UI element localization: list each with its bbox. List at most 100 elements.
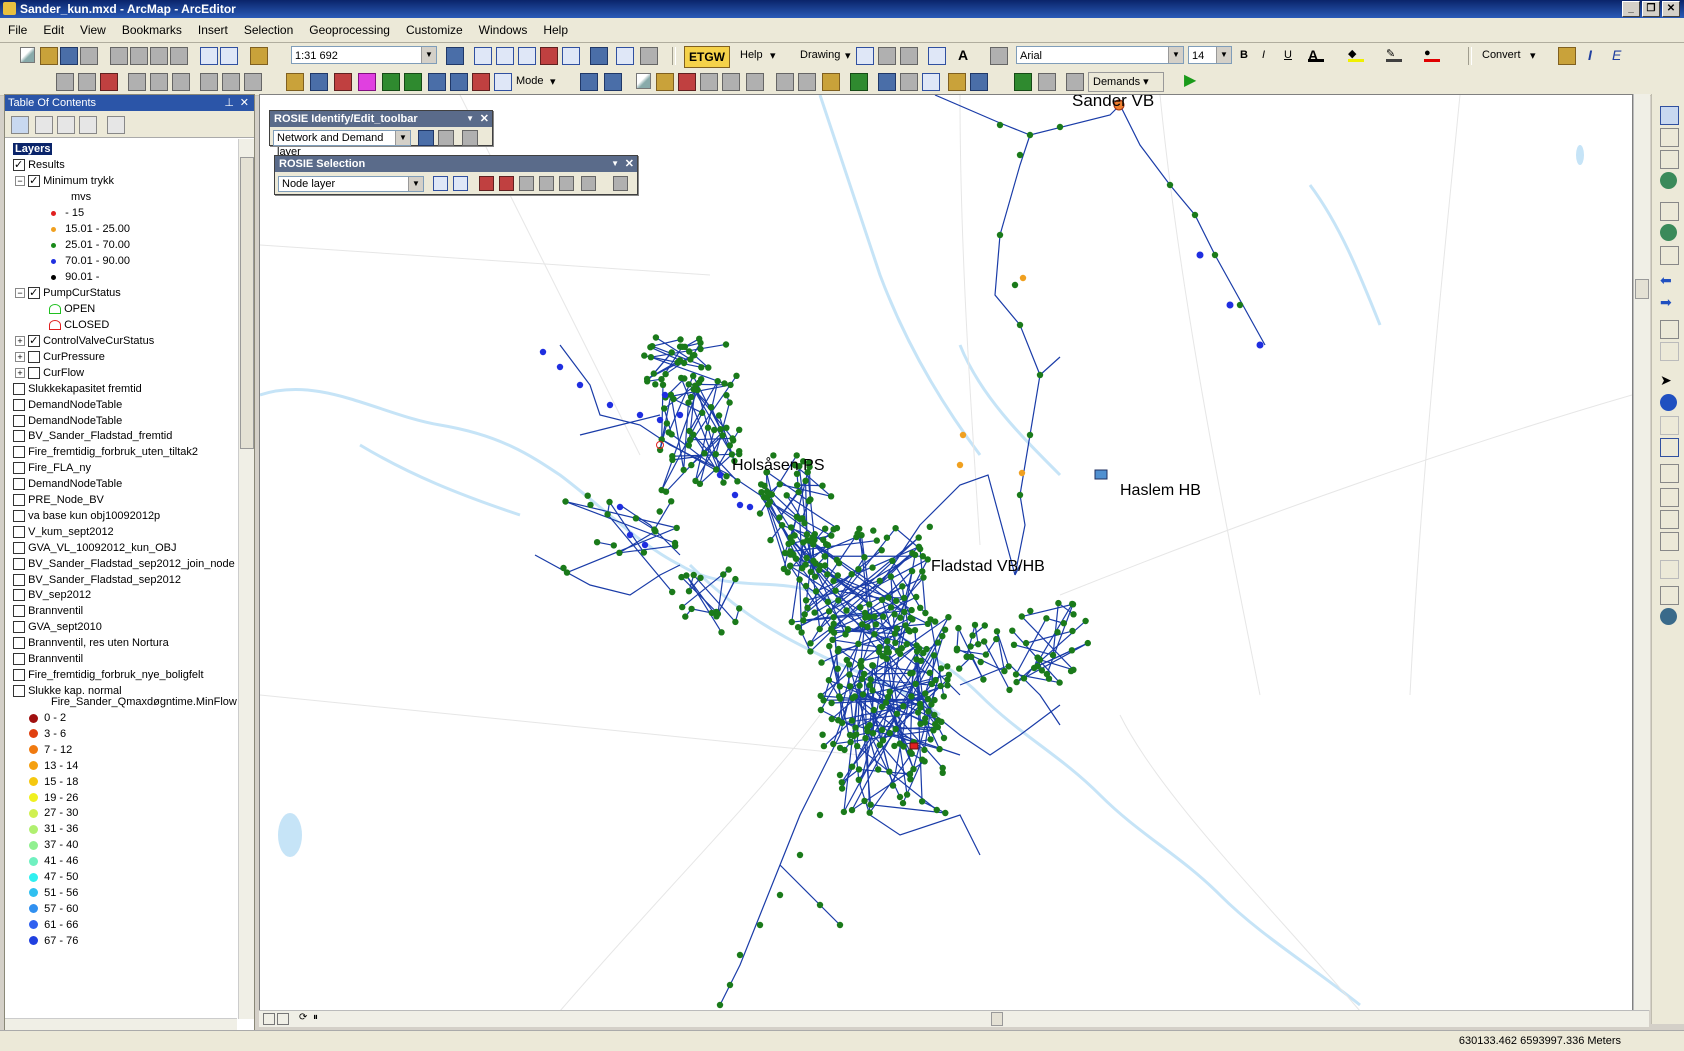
open-model-icon[interactable]: [286, 73, 304, 91]
checkbox[interactable]: [13, 430, 25, 442]
toc-window-icon[interactable]: [474, 47, 492, 65]
refresh-icon[interactable]: ⟳: [299, 1012, 307, 1023]
expand-icon[interactable]: +: [15, 352, 25, 362]
add-data-icon[interactable]: [250, 47, 268, 65]
map-view-icon[interactable]: [878, 73, 896, 91]
network-map-icon[interactable]: [494, 73, 512, 91]
pause-drawing-icon[interactable]: ⏸: [313, 1012, 318, 1023]
chevron-down-icon[interactable]: ▼: [466, 111, 474, 127]
trace-downstream-icon[interactable]: [499, 176, 514, 191]
graph-icon[interactable]: [172, 73, 190, 91]
collapse-icon[interactable]: −: [15, 176, 25, 186]
editor-toolbar-icon[interactable]: [446, 47, 464, 65]
clear-selected-icon[interactable]: [1660, 342, 1679, 361]
menu-view[interactable]: View: [72, 18, 114, 37]
binoculars-icon[interactable]: [613, 176, 628, 191]
demand-person-icon[interactable]: [1038, 73, 1056, 91]
checkbox[interactable]: [28, 335, 40, 347]
checkbox[interactable]: [13, 478, 25, 490]
save-icon[interactable]: [60, 47, 78, 65]
italic-text-tool-icon[interactable]: I: [1588, 47, 1604, 63]
layer-item[interactable]: Slukkekapasitet fremtid: [13, 381, 142, 397]
globe-icon[interactable]: [1660, 224, 1677, 241]
menu-windows[interactable]: Windows: [471, 18, 536, 37]
print-icon[interactable]: [80, 47, 98, 65]
edit-vertices-icon[interactable]: [850, 73, 868, 91]
checkbox[interactable]: [13, 415, 25, 427]
scroll-thumb[interactable]: [240, 157, 254, 449]
measure-icon[interactable]: [1660, 464, 1679, 483]
delete-item-icon[interactable]: [678, 73, 696, 91]
select-elements-icon[interactable]: ➤: [1660, 372, 1677, 389]
pipe-icon[interactable]: [358, 73, 376, 91]
time-slider-icon[interactable]: [1660, 560, 1679, 579]
select-by-rectangle-icon[interactable]: [433, 176, 448, 191]
fill-color-icon[interactable]: ◆: [1348, 47, 1364, 62]
close-icon[interactable]: ✕: [480, 111, 489, 127]
redo-icon[interactable]: [220, 47, 238, 65]
restore-button[interactable]: ❐: [1642, 1, 1660, 17]
paste-icon[interactable]: [150, 47, 168, 65]
info-icon[interactable]: [450, 73, 468, 91]
attribute-icon[interactable]: [244, 73, 262, 91]
cut-icon[interactable]: [110, 47, 128, 65]
pan-hand-icon[interactable]: [1660, 150, 1679, 169]
python-window-icon[interactable]: [562, 47, 580, 65]
checkbox[interactable]: [13, 621, 25, 633]
checkbox[interactable]: [13, 462, 25, 474]
underline-button[interactable]: U: [1284, 49, 1292, 61]
settings-icon[interactable]: [900, 73, 918, 91]
layer-item[interactable]: BV_Sander_Fladstad_sep2012_join_node: [13, 556, 235, 572]
tooltip-icon[interactable]: [640, 47, 658, 65]
checkbox[interactable]: [13, 637, 25, 649]
layer-item[interactable]: Brannventil: [13, 651, 83, 667]
report-icon[interactable]: [128, 73, 146, 91]
checkbox[interactable]: [13, 589, 25, 601]
layer-item[interactable]: BV_Sander_Fladstad_fremtid: [13, 428, 172, 444]
fixed-zoom-in-icon[interactable]: [1660, 202, 1679, 221]
menu-customize[interactable]: Customize: [398, 18, 471, 37]
collapse-icon[interactable]: −: [15, 288, 25, 298]
help-circle-icon[interactable]: [970, 73, 988, 91]
checkbox[interactable]: [13, 574, 25, 586]
catalog-window-icon[interactable]: [496, 47, 514, 65]
connector-icon[interactable]: [580, 73, 598, 91]
menu-selection[interactable]: Selection: [236, 18, 301, 37]
expand-icon[interactable]: +: [15, 336, 25, 346]
checkbox[interactable]: [28, 367, 40, 379]
font-color-icon[interactable]: A: [1308, 47, 1324, 62]
html-popup-icon[interactable]: [1660, 438, 1679, 457]
identify-edit-icon[interactable]: [438, 130, 454, 146]
identify-refresh-icon[interactable]: [462, 130, 478, 146]
identify-icon[interactable]: [1660, 394, 1677, 411]
map-scale-combo[interactable]: 1:31 692 ▼: [291, 46, 437, 64]
full-extent-icon[interactable]: [1660, 172, 1677, 189]
group-icon[interactable]: [948, 73, 966, 91]
toc-vertical-scrollbar[interactable]: [238, 139, 254, 1019]
close-button[interactable]: ✕: [1662, 1, 1680, 17]
marker-color-icon[interactable]: ●: [1424, 47, 1440, 62]
edit-annotation-icon[interactable]: E: [1612, 47, 1628, 63]
demands-menu-button[interactable]: Demands ▾: [1088, 72, 1164, 92]
checkbox[interactable]: [13, 653, 25, 665]
zoom-in-icon[interactable]: [1660, 106, 1679, 125]
layer-item[interactable]: DemandNodeTable: [13, 413, 122, 429]
select-elements-icon[interactable]: [856, 47, 874, 65]
pin-icon[interactable]: ⊥: [224, 95, 234, 111]
find-route-icon[interactable]: [1660, 510, 1679, 529]
pencil-icon[interactable]: [822, 73, 840, 91]
text-tool-icon[interactable]: A: [958, 47, 974, 63]
zoom-to-selected-elements-icon[interactable]: [900, 47, 918, 65]
mode-menu-button[interactable]: Mode: [516, 75, 544, 87]
layer-item[interactable]: DemandNodeTable: [13, 397, 122, 413]
selection-layer-combo[interactable]: Node layer ▼: [278, 176, 424, 192]
list-by-drawing-order-icon[interactable]: [11, 116, 29, 134]
flag-icon[interactable]: [100, 73, 118, 91]
layer-item[interactable]: Fire_FLA_ny: [13, 460, 91, 476]
checkbox[interactable]: [13, 526, 25, 538]
layer-icon[interactable]: [222, 73, 240, 91]
layer-item[interactable]: GVA_VL_10092012_kun_OBJ: [13, 540, 176, 556]
layer-results[interactable]: Results: [13, 157, 65, 173]
node-icon[interactable]: [334, 73, 352, 91]
checkbox[interactable]: [13, 669, 25, 681]
